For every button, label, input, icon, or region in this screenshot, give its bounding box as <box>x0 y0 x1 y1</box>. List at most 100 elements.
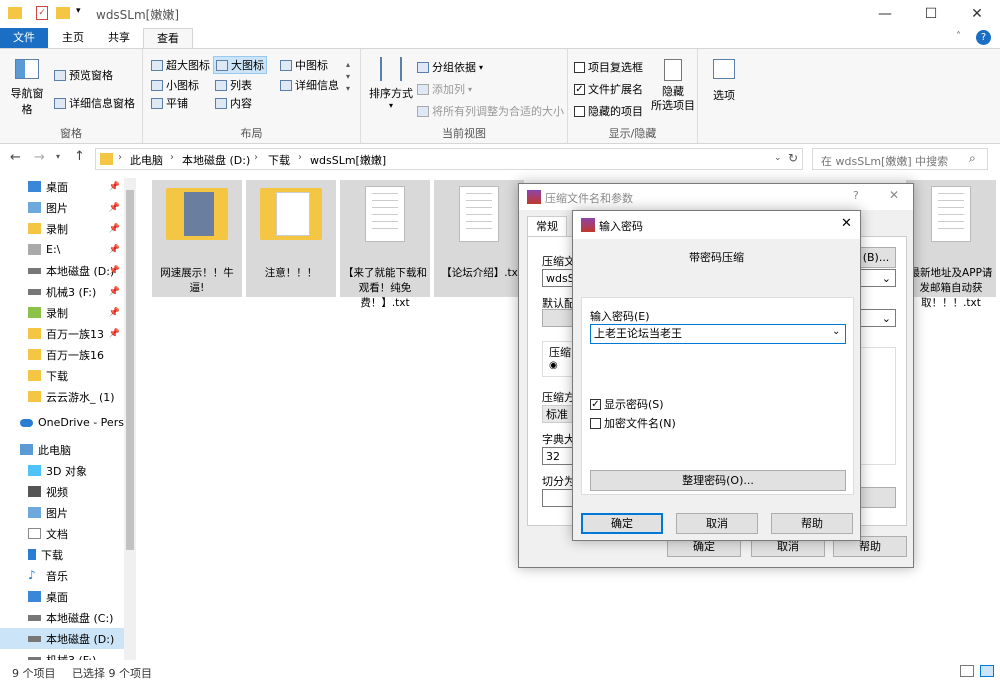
chevron-down-icon[interactable]: ⌄ <box>856 269 896 287</box>
radio-selected-icon[interactable]: ◉ <box>549 360 558 371</box>
tab-general[interactable]: 常规 <box>527 216 567 236</box>
back-icon[interactable]: ← <box>10 150 21 165</box>
password-help-button[interactable]: 帮助 <box>771 513 853 534</box>
options-button[interactable]: 选项 <box>706 59 742 103</box>
fit-columns-button[interactable]: 将所有列调整为合适的大小 <box>417 103 564 119</box>
forward-icon[interactable]: → <box>34 150 45 165</box>
file-tile[interactable]: 【来了就能下载和观看！纯免费！】.txt <box>340 180 430 309</box>
add-column-button[interactable]: 添加列 ▾ <box>417 81 472 97</box>
checkbox[interactable] <box>574 105 585 117</box>
hide-selected-button[interactable]: 隐藏 所选项目 <box>650 59 696 113</box>
nav-item-d-drive-selected[interactable]: 本地磁盘 (D:) <box>0 628 124 649</box>
close-icon[interactable]: ✕ <box>889 188 899 202</box>
nav-pane-button[interactable]: 导航窗格 <box>6 59 48 117</box>
nav-item-recordings-2[interactable]: 录制 📌 <box>0 302 124 323</box>
tab-file[interactable]: 文件 <box>0 28 48 48</box>
nav-item-downloads[interactable]: 下载 <box>0 365 124 386</box>
properties-icon[interactable]: ✓ <box>36 6 48 20</box>
help-icon[interactable]: ? <box>976 30 991 45</box>
nav-item-e-drive[interactable]: E:\ 📌 <box>0 239 124 260</box>
search-input[interactable]: 在 wdsSLm[嫩嫩] 中搜索 <box>821 153 948 169</box>
item-checkbox-toggle[interactable]: 项目复选框 <box>574 59 643 75</box>
layout-tiles[interactable]: 平铺 <box>151 95 188 111</box>
checkbox[interactable] <box>574 61 585 73</box>
nav-item-documents[interactable]: 文档 <box>0 523 124 544</box>
nav-item-music[interactable]: ♪ 音乐 <box>0 565 124 586</box>
breadcrumb-downloads[interactable]: 下载 <box>268 152 290 168</box>
nav-item-folder-13[interactable]: 百万一族13 📌 <box>0 323 124 344</box>
up-icon[interactable]: ↑ <box>74 149 85 164</box>
nav-item-pc-downloads[interactable]: 下载 <box>0 544 124 565</box>
nav-item-f-drive-2[interactable]: 机械3 (F:) <box>0 649 124 660</box>
password-ok-button[interactable]: 确定 <box>581 513 663 534</box>
new-folder-icon[interactable] <box>56 7 70 19</box>
layout-details[interactable]: 详细信息 <box>280 77 339 93</box>
file-tile[interactable]: 【论坛介绍】.txt <box>434 180 524 297</box>
layout-extra-large[interactable]: 超大图标 <box>151 57 210 73</box>
chevron-down-icon[interactable]: ⌄ <box>774 153 782 163</box>
nav-item-pc-pictures[interactable]: 图片 <box>0 502 124 523</box>
preview-pane-button[interactable]: 预览窗格 <box>54 67 113 83</box>
nav-item-c-drive[interactable]: 本地磁盘 (C:) <box>0 607 124 628</box>
group-by-button[interactable]: 分组依据 ▾ <box>417 59 483 75</box>
address-bar[interactable]: › 此电脑 › 本地磁盘 (D:) › 下载 › wdsSLm[嫩嫩] ⌄ ↻ <box>95 148 803 170</box>
tab-view[interactable]: 查看 <box>143 28 193 48</box>
nav-item-pc-desktop[interactable]: 桌面 <box>0 586 124 607</box>
chevron-down-icon[interactable]: ⌄ <box>856 309 896 327</box>
password-input[interactable]: 上老王论坛当老王 <box>590 324 846 344</box>
file-ext-toggle[interactable]: ✓ 文件扩展名 <box>574 81 643 97</box>
checkbox[interactable] <box>590 417 601 429</box>
close-button[interactable]: ✕ <box>954 0 1000 28</box>
hidden-items-toggle[interactable]: 隐藏的项目 <box>574 103 643 119</box>
nav-item-yunyun[interactable]: 云云游水_ (1) <box>0 386 124 407</box>
breadcrumb-drive-d[interactable]: 本地磁盘 (D:) <box>182 152 250 168</box>
file-tile[interactable]: 网速展示！！牛逼! <box>152 180 242 297</box>
minimize-button[interactable]: — <box>862 0 908 28</box>
refresh-icon[interactable]: ↻ <box>788 151 798 165</box>
layout-large[interactable]: 大图标 <box>213 56 267 74</box>
layout-list[interactable]: 列表 <box>215 77 252 93</box>
collapse-ribbon-icon[interactable]: ˄ <box>956 31 961 42</box>
tab-share[interactable]: 共享 <box>95 28 143 48</box>
browse-button[interactable]: (B)... <box>856 247 896 268</box>
set-password-button[interactable] <box>856 487 896 508</box>
nav-item-pictures[interactable]: 图片 📌 <box>0 197 124 218</box>
search-box[interactable]: 在 wdsSLm[嫩嫩] 中搜索 ⌕ <box>812 148 988 170</box>
nav-item-d-drive[interactable]: 本地磁盘 (D:) 📌 <box>0 260 124 281</box>
layout-content[interactable]: 内容 <box>215 95 252 111</box>
breadcrumb-this-pc[interactable]: 此电脑 <box>130 152 163 168</box>
nav-item-3d[interactable]: 3D 对象 <box>0 460 124 481</box>
layout-medium[interactable]: 中图标 <box>280 57 328 73</box>
nav-item-this-pc[interactable]: 此电脑 <box>0 439 124 460</box>
help-icon[interactable]: ? <box>853 189 859 202</box>
tab-home[interactable]: 主页 <box>49 28 97 48</box>
nav-item-desktop[interactable]: 桌面 📌 <box>0 176 124 197</box>
search-icon[interactable]: ⌕ <box>969 151 976 166</box>
checkbox-checked[interactable]: ✓ <box>574 83 585 95</box>
file-tile[interactable]: 最新地址及APP请发邮箱自动获取！！！.txt <box>906 180 996 309</box>
nav-item-recordings[interactable]: 录制 📌 <box>0 218 124 239</box>
large-icons-view-icon[interactable] <box>980 665 994 677</box>
details-pane-button[interactable]: 详细信息窗格 <box>54 95 135 111</box>
chevron-down-icon[interactable]: ⌄ <box>832 326 840 337</box>
details-view-icon[interactable] <box>960 665 974 677</box>
file-tile[interactable]: 注意！！！ <box>246 180 336 297</box>
organize-passwords-button[interactable]: 整理密码(O)... <box>590 470 846 491</box>
show-password-toggle[interactable]: ✓ 显示密码(S) <box>590 396 664 412</box>
customize-toolbar-icon[interactable]: ▾ <box>76 6 81 16</box>
encrypt-names-toggle[interactable]: 加密文件名(N) <box>590 415 676 431</box>
layout-scroll-icon[interactable]: ▴ ▾ ▾ <box>346 59 350 95</box>
breadcrumb-current[interactable]: wdsSLm[嫩嫩] <box>310 152 386 168</box>
nav-item-videos[interactable]: 视频 <box>0 481 124 502</box>
nav-item-folder-16[interactable]: 百万一族16 <box>0 344 124 365</box>
nav-scrollbar-thumb[interactable] <box>126 190 134 550</box>
maximize-button[interactable]: ☐ <box>908 0 954 28</box>
sort-by-button[interactable]: 排序方式 ▾ <box>369 57 413 110</box>
close-icon[interactable]: ✕ <box>841 216 852 231</box>
nav-item-f-drive[interactable]: 机械3 (F:) 📌 <box>0 281 124 302</box>
layout-small[interactable]: 小图标 <box>151 77 199 93</box>
recent-locations-icon[interactable]: ▾ <box>56 152 60 161</box>
password-cancel-button[interactable]: 取消 <box>676 513 758 534</box>
nav-item-onedrive[interactable]: OneDrive - Perso <box>0 412 124 433</box>
checkbox-checked[interactable]: ✓ <box>590 398 601 410</box>
